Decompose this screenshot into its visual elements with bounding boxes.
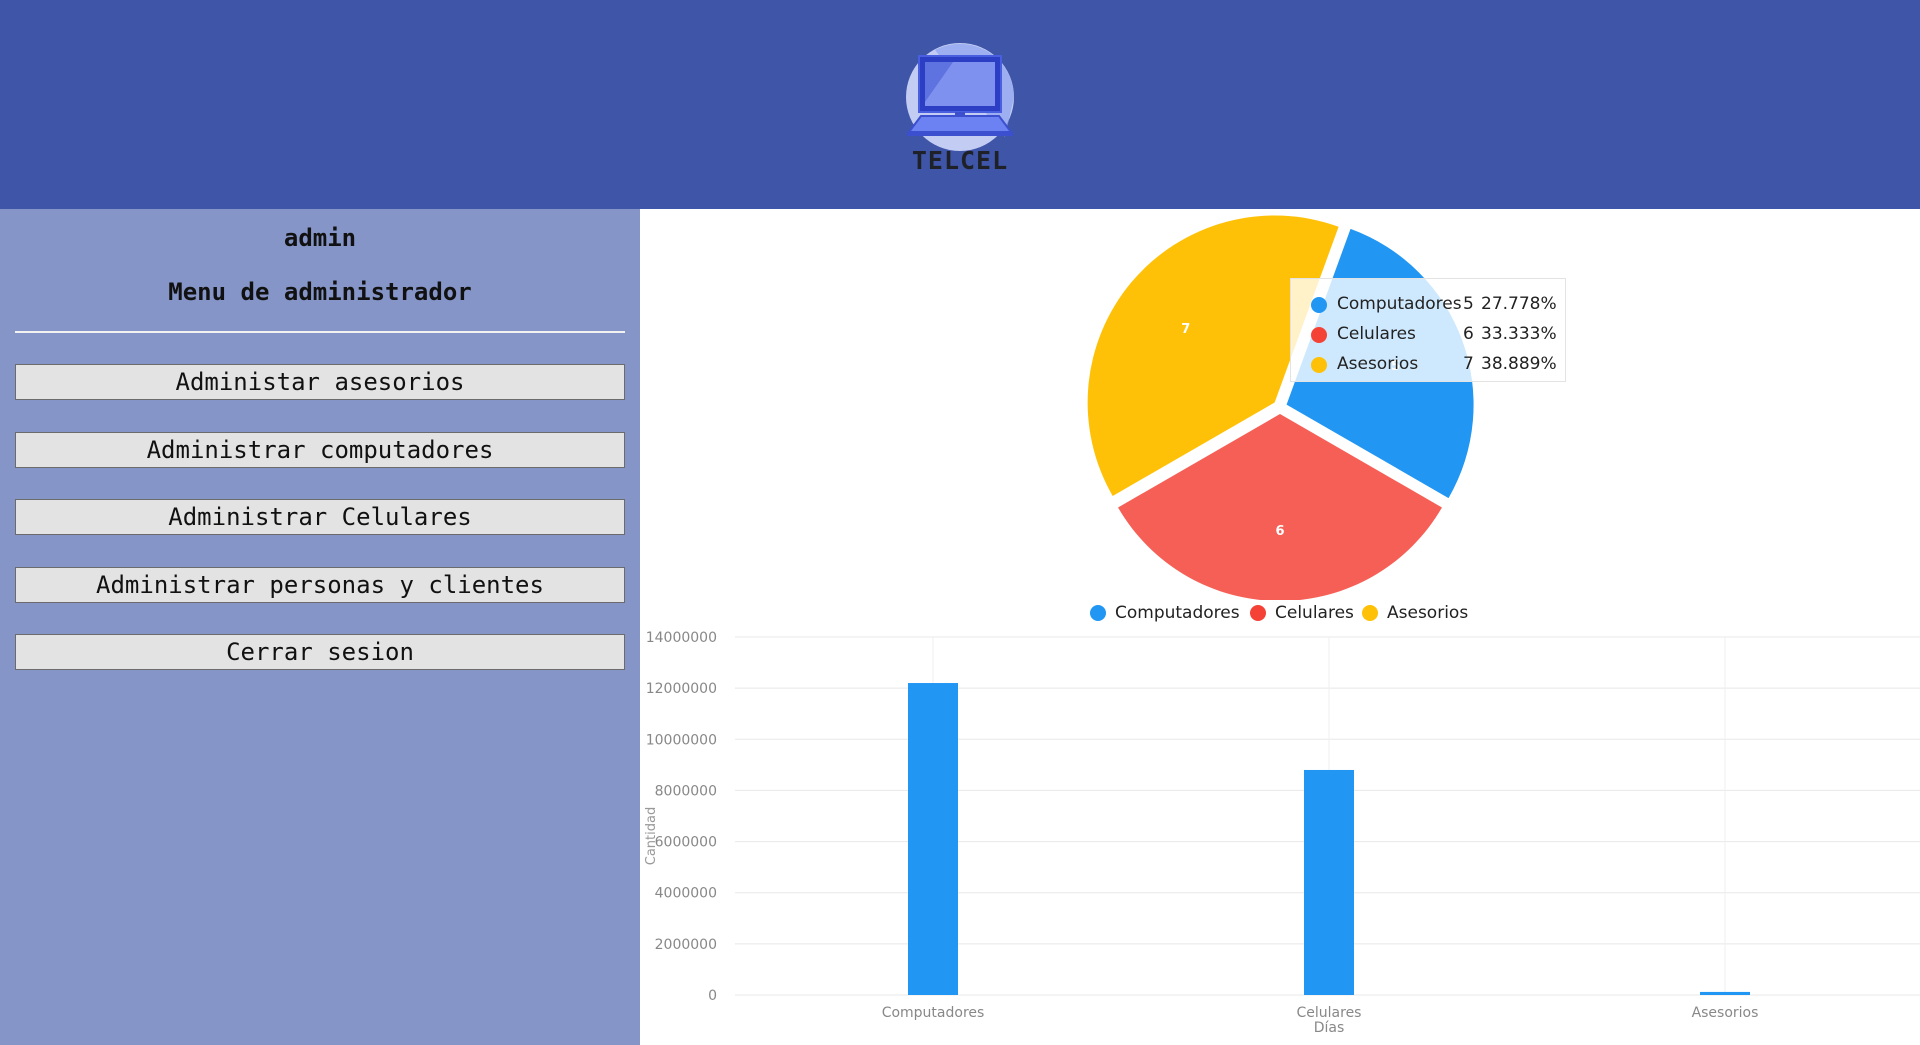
manage-computers-button[interactable]: Administrar computadores (15, 432, 625, 468)
app-header: TELCEL (0, 0, 1920, 209)
x-tick-label: Asesorios (1692, 1005, 1759, 1021)
manage-people-clients-button[interactable]: Administrar personas y clientes (15, 567, 625, 603)
pie-data-label: 7 (1181, 322, 1190, 337)
manage-accessories-button[interactable]: Administar asesorios (15, 364, 625, 400)
tooltip-value: 6 (1463, 324, 1474, 344)
x-axis-label: Días (1314, 1020, 1345, 1036)
pie-chart: 5 6 7 (1087, 215, 1474, 600)
tooltip-percent: 38.889% (1481, 354, 1557, 374)
y-tick-label: 4000000 (655, 886, 717, 902)
y-tick-label: 0 (708, 988, 717, 1004)
brand-name: TELCEL (911, 146, 1009, 175)
tooltip-marker (1311, 297, 1327, 313)
tooltip-row: Asesorios 7 38.889% (1291, 351, 1567, 379)
logout-button[interactable]: Cerrar sesion (15, 634, 625, 670)
legend-marker (1362, 605, 1378, 621)
y-tick-label: 10000000 (646, 732, 717, 748)
bar[interactable] (1304, 769, 1354, 995)
pie-data-label: 6 (1275, 524, 1284, 539)
admin-sidebar (0, 209, 640, 1045)
tooltip-label: Asesorios (1337, 354, 1419, 374)
tooltip-value: 7 (1463, 354, 1474, 374)
tooltip-label: Computadores (1337, 294, 1462, 314)
tooltip-percent: 27.778% (1481, 294, 1557, 314)
tooltip-label: Celulares (1337, 324, 1416, 344)
manage-phones-button[interactable]: Administrar Celulares (15, 499, 625, 535)
tooltip-marker (1311, 327, 1327, 343)
tooltip-row: Computadores 5 27.778% (1291, 291, 1567, 319)
y-tick-label: 2000000 (655, 937, 717, 953)
bar[interactable] (908, 683, 958, 995)
y-tick-label: 12000000 (646, 681, 717, 697)
tooltip-marker (1311, 357, 1327, 373)
y-tick-label: 8000000 (655, 783, 717, 799)
user-name: admin (283, 224, 357, 252)
tooltip-row: Celulares 6 33.333% (1291, 321, 1567, 349)
x-tick-label: Celulares (1297, 1005, 1362, 1021)
menu-title: Menu de administrador (168, 278, 472, 306)
legend-marker (1090, 605, 1106, 621)
y-tick-label: 6000000 (655, 835, 717, 851)
x-tick-label: Computadores (882, 1005, 985, 1021)
tooltip-percent: 33.333% (1481, 324, 1557, 344)
bar[interactable] (1700, 991, 1750, 995)
tooltip-value: 5 (1463, 294, 1474, 314)
y-tick-label: 14000000 (646, 630, 717, 646)
legend-marker (1250, 605, 1266, 621)
sidebar-divider (15, 331, 625, 333)
bar-chart: 0 2000000 4000000 6000000 8000000 10000000 120… (644, 630, 1920, 1036)
y-axis-label: Cantidad (644, 807, 659, 865)
pie-tooltip: Computadores 5 27.778% Celulares 6 33.33… (1290, 278, 1566, 382)
